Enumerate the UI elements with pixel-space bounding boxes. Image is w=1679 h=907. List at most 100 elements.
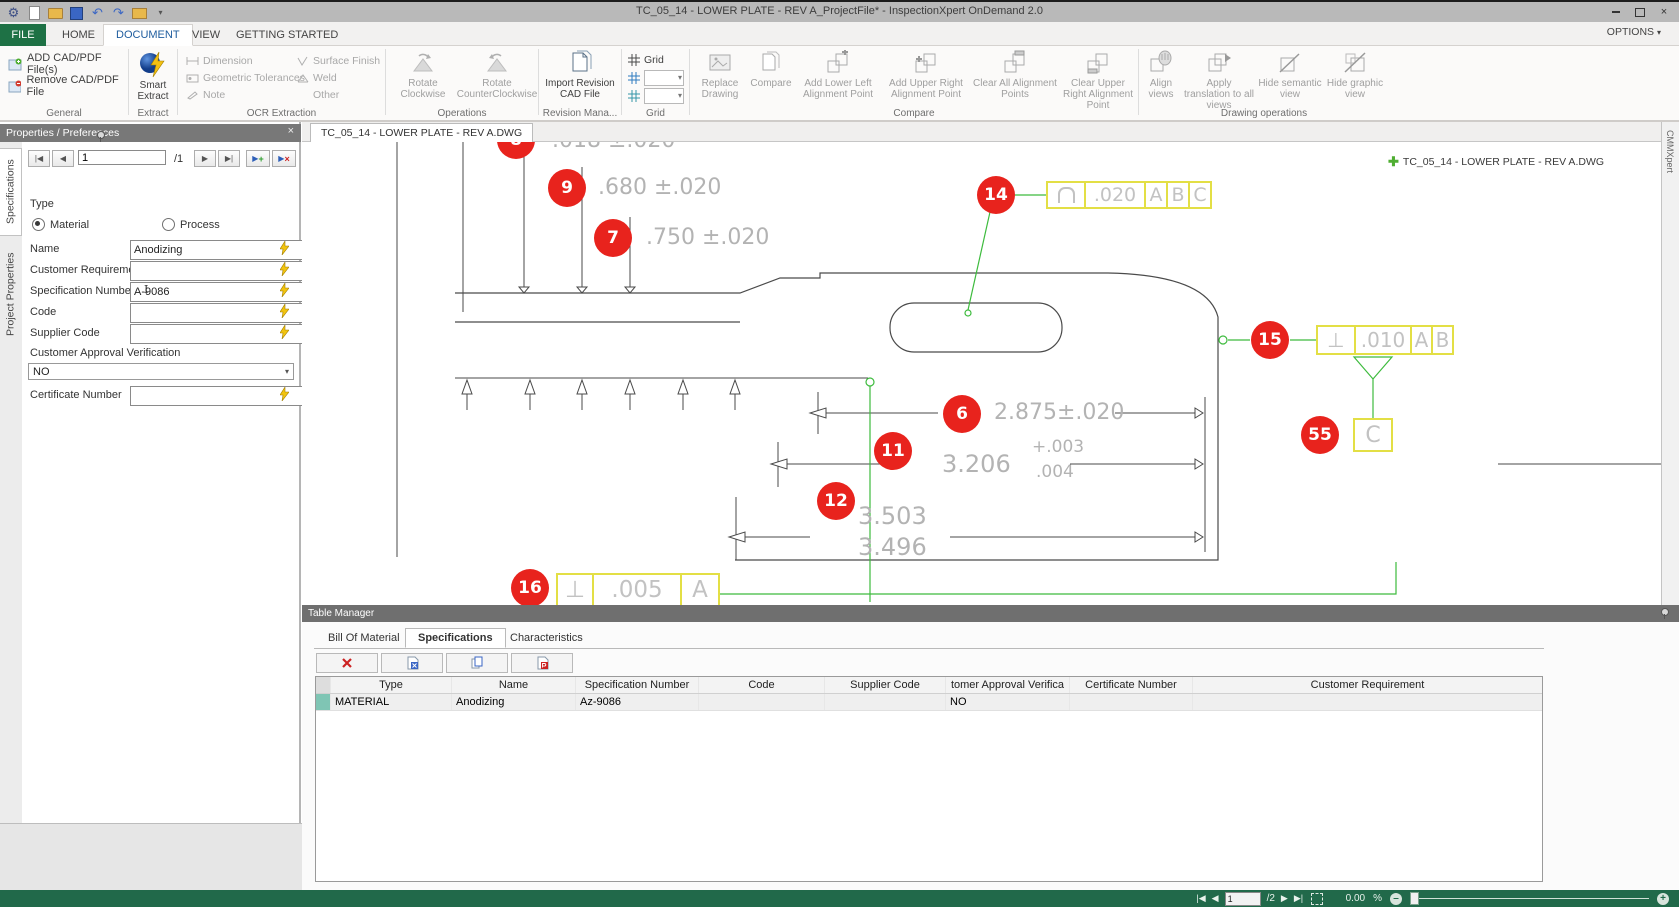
balloon-9[interactable]: 9: [548, 169, 586, 207]
ocr-weld-button[interactable]: Weld: [296, 69, 380, 86]
add-lower-left-alignment-button[interactable]: Add Lower Left Alignment Point: [796, 50, 880, 100]
dimension-12-upper-text[interactable]: 3.503: [858, 502, 927, 530]
lightning-icon[interactable]: [280, 325, 289, 344]
cmmxpert-side-tab[interactable]: CMMXpert: [1661, 122, 1679, 605]
close-panel-icon[interactable]: ×: [288, 125, 294, 137]
last-page-button[interactable]: ▶|: [1294, 893, 1303, 904]
column-code[interactable]: Code: [699, 677, 825, 693]
grid-style-combo[interactable]: ▾: [628, 87, 684, 105]
grid-toggle[interactable]: Grid: [628, 51, 684, 69]
column-customer-approval-verification[interactable]: tomer Approval Verifica: [946, 677, 1070, 693]
close-button[interactable]: ×: [1653, 4, 1675, 20]
balloon-7[interactable]: 7: [594, 219, 632, 257]
fcf-14[interactable]: .020 A B C: [1048, 181, 1212, 209]
remove-cad-pdf-button[interactable]: Remove CAD/PDF File: [8, 77, 128, 95]
balloon-12[interactable]: 12: [817, 482, 855, 520]
next-page-button[interactable]: ▶: [1281, 893, 1288, 904]
delete-row-button[interactable]: [316, 653, 378, 673]
datum-c-box[interactable]: C: [1355, 418, 1393, 452]
first-record-button[interactable]: |◀: [28, 150, 50, 167]
maximize-button[interactable]: [1629, 4, 1651, 20]
zoom-in-button[interactable]: +: [1657, 893, 1669, 905]
compare-button[interactable]: Compare: [748, 50, 794, 89]
minimize-button[interactable]: [1605, 4, 1627, 20]
ocr-note-button[interactable]: Note: [186, 86, 305, 103]
dimension-9-text[interactable]: .680 ±.020: [598, 175, 721, 200]
add-upper-right-alignment-button[interactable]: Add Upper Right Alignment Point: [882, 50, 970, 100]
balloon-14[interactable]: 14: [977, 176, 1015, 214]
customer-approval-dropdown[interactable]: NO▾: [28, 363, 294, 380]
balloon-16[interactable]: 16: [511, 569, 549, 605]
column-customer-requirement[interactable]: Customer Requirement: [1193, 677, 1542, 693]
column-name[interactable]: Name: [452, 677, 576, 693]
add-record-button[interactable]: ▶+: [246, 150, 270, 167]
copy-table-button[interactable]: [446, 653, 508, 673]
lightning-icon[interactable]: [280, 304, 289, 323]
previous-record-button[interactable]: ◀: [52, 150, 74, 167]
column-supplier-code[interactable]: Supplier Code: [825, 677, 946, 693]
add-cad-pdf-button[interactable]: ADD CAD/PDF File(s): [8, 55, 128, 73]
clear-all-alignment-button[interactable]: Clear All Alignment Points: [972, 50, 1058, 100]
rotate-clockwise-button[interactable]: Rotate Clockwise: [392, 50, 454, 100]
rotate-counterclockwise-button[interactable]: Rotate CounterClockwise: [460, 50, 534, 100]
zoom-out-button[interactable]: –: [1390, 893, 1402, 905]
grid-spacing-combo[interactable]: ▾: [628, 69, 684, 87]
last-record-button[interactable]: ▶|: [218, 150, 240, 167]
table-row[interactable]: MATERIAL Anodizing Az-9086 NO: [316, 694, 1542, 711]
side-tab-project-properties[interactable]: Project Properties: [0, 240, 21, 348]
tab-home[interactable]: HOME: [50, 24, 107, 46]
fit-to-window-button[interactable]: [1311, 893, 1323, 905]
replace-drawing-button[interactable]: Replace Drawing: [694, 50, 746, 100]
dimension-8-text[interactable]: .018 ±.020: [552, 142, 675, 153]
drawing-canvas[interactable]: 8 9 7 14 15 55 6 11 12 16 .018 ±.020 .68…: [302, 142, 1661, 605]
material-radio[interactable]: Material: [32, 218, 89, 231]
zoom-sl-handle[interactable]: [1410, 892, 1419, 905]
hide-semantic-view-button[interactable]: Hide semantic view: [1257, 50, 1323, 100]
ocr-geometric-tolerances-button[interactable]: Geometric Tolerances: [186, 69, 305, 86]
tab-characteristics[interactable]: Characteristics: [498, 628, 595, 648]
ocr-dimension-button[interactable]: Dimension: [186, 52, 305, 69]
dimension-12-lower-text[interactable]: 3.496: [858, 533, 927, 561]
column-certificate-number[interactable]: Certificate Number: [1070, 677, 1193, 693]
pin-icon[interactable]: [1659, 607, 1669, 619]
document-tab[interactable]: TC_05_14 - LOWER PLATE - REV A.DWG: [310, 123, 533, 142]
dimension-6-text[interactable]: 2.875±.020: [994, 400, 1124, 425]
import-revision-button[interactable]: Import Revision CAD File: [542, 50, 618, 100]
side-tab-specifications[interactable]: Specifications: [0, 148, 22, 236]
options-menu[interactable]: OPTIONS ▾: [1607, 26, 1661, 38]
clear-upper-right-alignment-button[interactable]: Clear Upper Right Alignment Point: [1060, 50, 1136, 111]
balloon-6[interactable]: 6: [943, 395, 981, 433]
lightning-icon[interactable]: [280, 262, 289, 281]
fcf-16[interactable]: ⊥ .005 A: [558, 573, 720, 605]
dimension-7-text[interactable]: .750 ±.020: [646, 225, 769, 250]
apply-translation-button[interactable]: Apply translation to all views: [1183, 50, 1255, 111]
fcf-15[interactable]: ⊥ .010 A B: [1318, 325, 1454, 355]
tab-getting-started[interactable]: GETTING STARTED: [224, 24, 350, 46]
lightning-icon[interactable]: [280, 283, 289, 302]
export-pdf-button[interactable]: [511, 653, 573, 673]
tab-specifications[interactable]: Specifications: [405, 628, 506, 648]
tab-file[interactable]: FILE: [0, 24, 46, 46]
hide-graphic-view-button[interactable]: Hide graphic view: [1325, 50, 1385, 100]
ocr-other-button[interactable]: Other: [296, 86, 380, 103]
page-number-input[interactable]: [1225, 892, 1261, 906]
pin-icon[interactable]: [95, 130, 105, 142]
ocr-surface-finish-button[interactable]: Surface Finish: [296, 52, 380, 69]
export-excel-button[interactable]: [381, 653, 443, 673]
record-number-input[interactable]: [78, 150, 166, 165]
lightning-icon[interactable]: [280, 241, 289, 260]
tab-bill-of-material[interactable]: Bill Of Material: [316, 628, 412, 648]
first-page-button[interactable]: |◀: [1196, 893, 1205, 904]
column-spec-number[interactable]: Specification Number: [576, 677, 699, 693]
delete-record-button[interactable]: ▶×: [272, 150, 296, 167]
zoom-slider[interactable]: [1410, 892, 1649, 905]
next-record-button[interactable]: ▶: [194, 150, 216, 167]
align-views-button[interactable]: Align views: [1141, 50, 1181, 100]
balloon-11[interactable]: 11: [874, 432, 912, 470]
dimension-11-text[interactable]: 3.206: [942, 450, 1011, 478]
drawing-reference-label[interactable]: ✚ TC_05_14 - LOWER PLATE - REV A.DWG: [1388, 154, 1604, 170]
process-radio[interactable]: Process: [162, 218, 220, 231]
balloon-55[interactable]: 55: [1301, 416, 1339, 454]
lightning-icon[interactable]: [280, 387, 289, 406]
previous-page-button[interactable]: ◀: [1212, 893, 1219, 904]
